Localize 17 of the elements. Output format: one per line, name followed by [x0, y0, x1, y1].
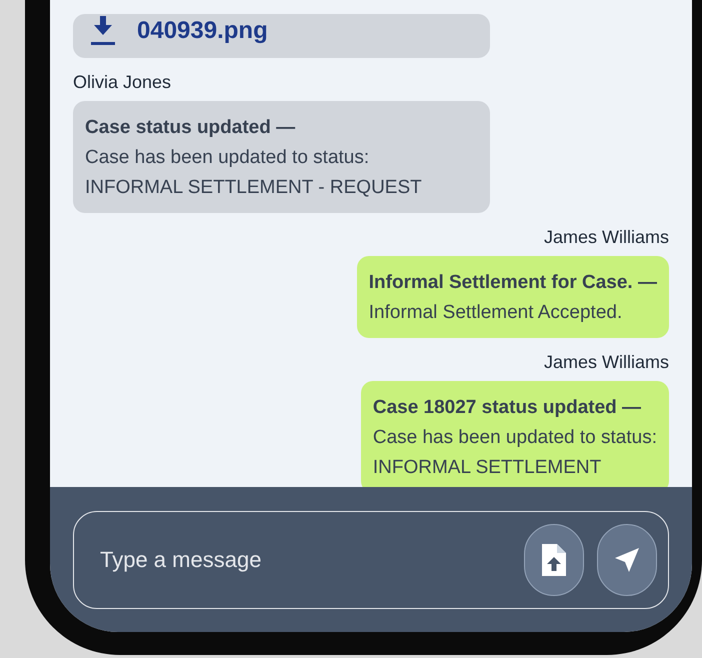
- send-icon: [614, 547, 640, 573]
- message-text: INFORMAL SETTLEMENT - REQUEST: [85, 176, 423, 200]
- message-input[interactable]: Type a message: [98, 546, 511, 574]
- message-title: Informal Settlement for Case. —: [368, 271, 657, 295]
- message-text: Case has been updated to status:: [372, 426, 657, 450]
- message-text: Informal Settlement Accepted.: [368, 301, 624, 325]
- message-title: Case 18027 status updated —: [372, 396, 642, 420]
- file-upload-icon: [542, 544, 566, 576]
- download-icon: [91, 16, 115, 46]
- message-title: Case status updated —: [85, 116, 296, 140]
- message-text: Case has been updated to status:: [85, 146, 370, 170]
- sender-name: James Williams: [544, 227, 669, 248]
- sender-name: Olivia Jones: [73, 72, 172, 93]
- file-message-bubble[interactable]: 040939.png: [73, 14, 490, 58]
- message-text: INFORMAL SETTLEMENT: [372, 456, 602, 480]
- sender-name: James Williams: [544, 352, 669, 373]
- file-name[interactable]: 040939.png: [137, 14, 268, 48]
